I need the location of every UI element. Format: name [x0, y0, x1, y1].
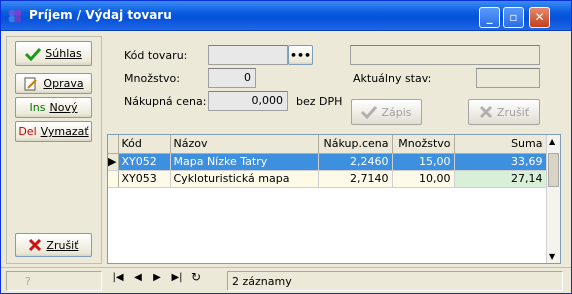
row-indicator-icon: ▶ — [108, 153, 119, 171]
help-icon[interactable]: ? — [25, 275, 31, 288]
zrusit-entry-label: Zrušiť — [496, 105, 530, 119]
zapis-label: Zápis — [381, 105, 412, 119]
aktualny-stav-label: Aktuálny stav: — [353, 72, 432, 85]
table-row[interactable]: XY053 Cykloturistická mapa 2,7140 10,00 … — [108, 170, 547, 188]
left-button-panel: Súhlas Oprava Ins Nový Del Vymazať Zruši… — [6, 36, 102, 264]
table-row[interactable]: ▶ XY052 Mapa Nízke Tatry 2,2460 15,00 33… — [108, 153, 547, 171]
maximize-button[interactable]: ▫ — [503, 7, 524, 28]
oprava-button[interactable]: Oprava — [15, 73, 92, 94]
items-table: Kód Názov Nákup.cena Množstvo Suma ▶ XY0… — [108, 135, 547, 188]
novy-shortcut: Ins — [29, 101, 46, 114]
column-header-cena[interactable]: Nákup.cena — [318, 135, 393, 154]
column-header-nazov[interactable]: Názov — [170, 135, 319, 154]
column-header-kod[interactable]: Kód — [118, 135, 171, 154]
refresh-icon[interactable]: ↻ — [189, 270, 203, 284]
zrusit-button[interactable]: Zrušiť — [15, 233, 92, 257]
last-record-icon[interactable]: ▶| — [170, 272, 184, 283]
cell-kod: XY053 — [118, 170, 171, 188]
checkmark-icon — [25, 47, 42, 61]
column-header-suma[interactable]: Suma — [454, 135, 547, 154]
novy-button[interactable]: Ins Nový — [15, 97, 92, 118]
kod-label: Kód tovaru: — [124, 49, 188, 62]
cell-mnozstvo: 10,00 — [392, 170, 455, 188]
status-records-cell: 2 záznamy — [227, 271, 563, 291]
minimize-button[interactable]: _ — [479, 7, 500, 28]
indicator-header — [108, 135, 119, 154]
cell-mnozstvo: 15,00 — [392, 153, 455, 171]
vymazat-shortcut: Del — [18, 125, 37, 138]
next-record-icon[interactable]: ▶ — [150, 272, 164, 283]
scroll-thumb[interactable] — [548, 153, 559, 187]
novy-label: Nový — [49, 101, 78, 114]
browse-button[interactable]: ••• — [288, 45, 313, 65]
zapis-button[interactable]: Zápis — [351, 99, 422, 125]
aktualny-stav-field — [476, 68, 540, 88]
window-title: Príjem / Výdaj tovaru — [29, 8, 172, 22]
row-indicator — [108, 170, 119, 188]
column-header-mnozstvo[interactable]: Množstvo — [392, 135, 455, 154]
first-record-icon[interactable]: |◀ — [111, 272, 125, 283]
suhlas-button[interactable]: Súhlas — [15, 41, 92, 66]
close-button[interactable]: ✕ — [529, 7, 550, 28]
vymazat-button[interactable]: Del Vymazať — [15, 121, 92, 142]
cancel-icon — [29, 238, 42, 252]
cell-nazov: Cykloturistická mapa — [170, 170, 319, 188]
oprava-label: Oprava — [43, 77, 84, 90]
scroll-up-icon[interactable]: ▲ — [549, 137, 555, 146]
zrusit-entry-button[interactable]: Zrušiť — [468, 99, 540, 125]
cell-nazov: Mapa Nízke Tatry — [170, 153, 319, 171]
status-bar: ? |◀ ◀ ▶ ▶| ↻ 2 záznamy — [1, 267, 571, 293]
cena-label: Nákupná cena: — [124, 95, 207, 108]
cell-kod: XY052 — [118, 153, 171, 171]
table-header-row: Kód Názov Nákup.cena Množstvo Suma — [108, 135, 547, 154]
window: Príjem / Výdaj tovaru _ ▫ ✕ Súhlas Oprav… — [0, 0, 572, 294]
cell-cena: 2,7140 — [318, 170, 393, 188]
title-bar: Príjem / Výdaj tovaru _ ▫ ✕ — [1, 1, 571, 31]
entry-form: Kód tovaru: ••• Množstvo: 0 Nákupná cena… — [111, 36, 567, 131]
cena-unit: bez DPH — [296, 95, 343, 108]
cell-suma: 33,69 — [454, 153, 547, 171]
cell-cena: 2,2460 — [318, 153, 393, 171]
kod-field[interactable] — [208, 45, 288, 65]
mnozstvo-label: Množstvo: — [124, 72, 180, 85]
record-count: 2 záznamy — [232, 275, 292, 288]
cell-suma: 27,14 — [454, 170, 547, 188]
scroll-down-icon[interactable]: ▼ — [549, 252, 555, 261]
status-help-cell: ? — [6, 271, 102, 291]
vymazat-label: Vymazať — [40, 125, 89, 138]
edit-icon — [24, 77, 38, 90]
mnozstvo-field[interactable]: 0 — [208, 68, 256, 88]
vertical-scrollbar[interactable]: ▲ ▼ — [546, 135, 560, 263]
checkmark-icon — [361, 105, 378, 119]
items-grid[interactable]: Kód Názov Nákup.cena Množstvo Suma ▶ XY0… — [107, 134, 561, 264]
app-icon — [8, 9, 22, 23]
cancel-icon — [479, 105, 492, 119]
prev-record-icon[interactable]: ◀ — [131, 272, 145, 283]
tovar-name-field — [350, 45, 540, 65]
cena-field[interactable]: 0,000 — [208, 91, 288, 111]
zrusit-label: Zrušiť — [46, 238, 79, 252]
suhlas-label: Súhlas — [45, 47, 82, 60]
